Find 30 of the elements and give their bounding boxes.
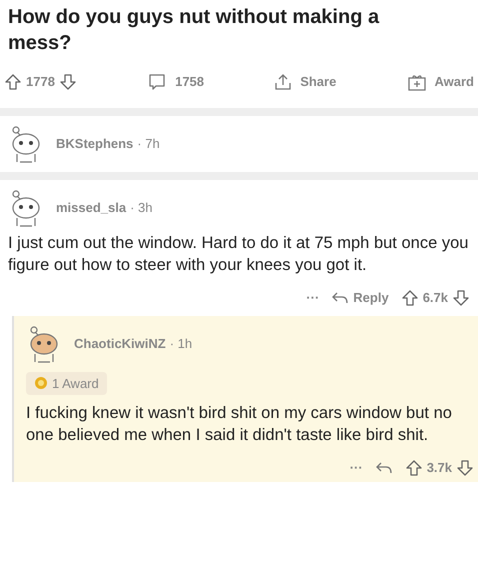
medal-icon	[34, 376, 48, 390]
comment-age: · 1h	[170, 334, 192, 353]
reply-icon[interactable]	[374, 461, 393, 475]
vote-count: 6.7k	[422, 289, 448, 307]
downvote-icon[interactable]	[456, 459, 474, 477]
reply-button[interactable]: Reply	[353, 288, 389, 308]
comment-author[interactable]: missed_sla	[56, 198, 126, 218]
share-button[interactable]: Share	[274, 72, 336, 92]
more-options-button[interactable]: ···	[306, 288, 320, 308]
upvote-icon[interactable]	[4, 73, 22, 91]
upvote-icon[interactable]	[404, 459, 423, 477]
comment-text: I just cum out the window. Hard to do it at 75 mph but once you figure out how to steer with your knees you got it.	[8, 233, 470, 276]
share-icon	[274, 73, 292, 91]
comment-author[interactable]: BKStephens	[56, 134, 134, 154]
post-title: How do you guys nut without making a mess?	[7, 5, 380, 56]
vote-count: 1778	[26, 73, 55, 92]
comment-text: I fucking knew it wasn't bird shit on my cars window but no one believed me when I said it didn't taste like bird shit.	[26, 403, 453, 446]
more-options-button[interactable]: ···	[350, 458, 363, 478]
award-button[interactable]: Award	[406, 72, 474, 92]
downvote-icon[interactable]	[58, 73, 77, 91]
upvote-icon[interactable]	[400, 288, 419, 307]
comment-author[interactable]: ChaoticKiwiNZ	[74, 334, 166, 354]
comment-age: · 3h	[130, 199, 153, 218]
downvote-icon[interactable]	[452, 288, 470, 307]
reply-icon[interactable]	[331, 290, 350, 305]
comment-age: · 7h	[137, 135, 160, 154]
comment-icon[interactable]	[147, 72, 168, 92]
vote-count: 3.7k	[426, 459, 452, 478]
comment-count: 1758	[175, 73, 204, 92]
award-badge: 1 Award	[26, 372, 107, 395]
